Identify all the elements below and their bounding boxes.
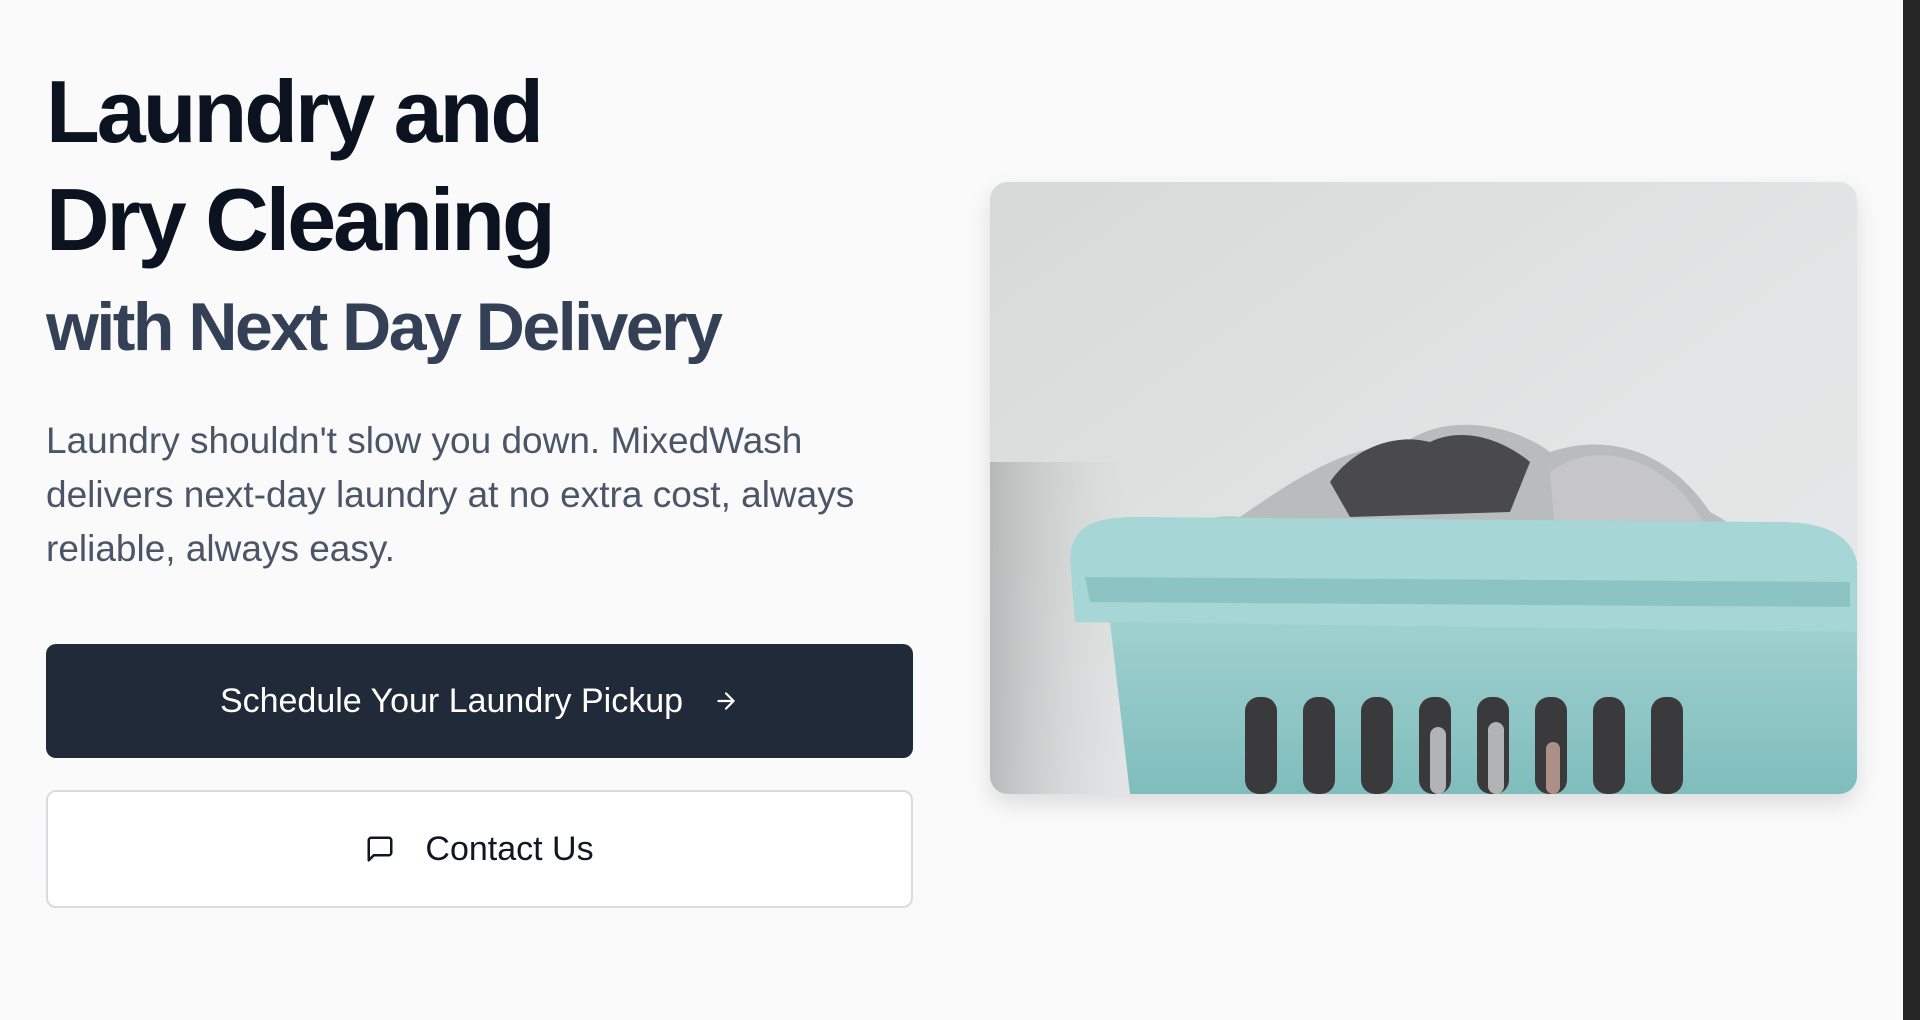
hero-description: Laundry shouldn't slow you down. MixedWa… <box>46 420 855 569</box>
contact-us-label: Contact Us <box>425 829 594 868</box>
page-title: Laundry and Dry Cleaning <box>46 58 912 274</box>
message-square-icon <box>365 834 395 864</box>
schedule-pickup-button[interactable]: Schedule Your Laundry Pickup <box>46 644 913 758</box>
schedule-pickup-label: Schedule Your Laundry Pickup <box>219 681 684 720</box>
arrow-right-icon <box>713 688 739 714</box>
page-subtitle: with Next Day Delivery <box>46 289 723 365</box>
page-title-line-2: Dry Cleaning <box>46 170 556 269</box>
page: Laundry and Dry Cleaning with Next Day D… <box>0 0 1903 1020</box>
hero-text: Laundry and Dry Cleaning with Next Day D… <box>46 58 912 576</box>
contact-us-button[interactable]: Contact Us <box>46 790 913 908</box>
scrollbar[interactable] <box>1903 0 1920 1020</box>
page-title-line-1: Laundry and <box>46 62 544 161</box>
laundry-basket-image <box>990 182 1857 794</box>
